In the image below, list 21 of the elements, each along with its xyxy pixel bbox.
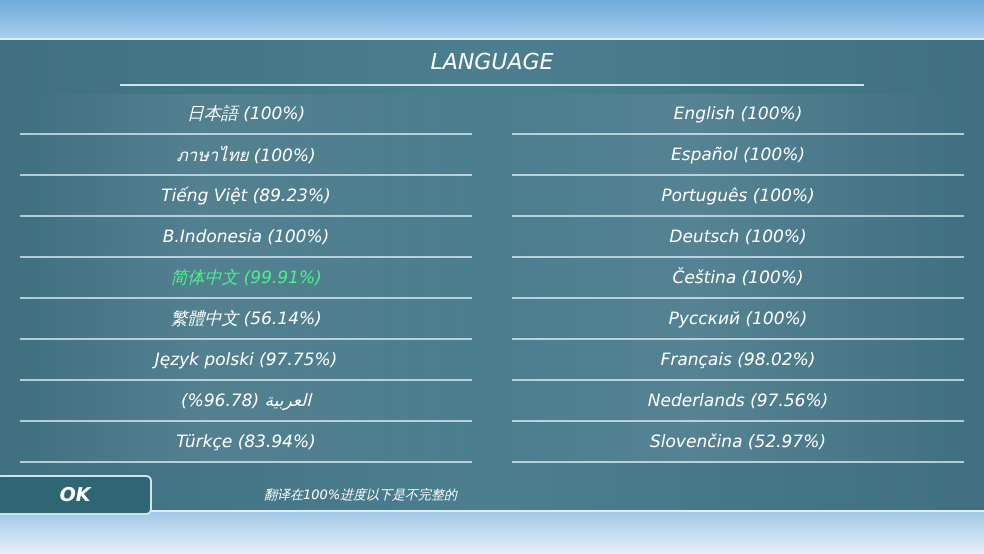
language-option[interactable]: Język polski (97.75%) <box>20 340 472 381</box>
language-option[interactable]: Español (100%) <box>512 135 964 176</box>
panel-title: LANGUAGE <box>120 40 864 86</box>
note-text: 翻译在100%进度以下是不完整的 <box>264 487 458 504</box>
language-option[interactable]: Français (98.02%) <box>512 340 964 381</box>
language-option[interactable]: Deutsch (100%) <box>512 217 964 258</box>
language-option[interactable]: 简体中文 (99.91%) <box>20 258 472 299</box>
language-option[interactable]: Русский (100%) <box>512 299 964 340</box>
language-option[interactable]: Slovenčina (52.97%) <box>512 422 964 463</box>
language-option[interactable]: ภาษาไทย (100%) <box>20 135 472 176</box>
ok-button[interactable]: OK <box>0 475 152 515</box>
language-option[interactable]: العربية (96.78%) <box>20 381 472 422</box>
language-option[interactable]: 繁體中文 (56.14%) <box>20 299 472 340</box>
language-option[interactable]: 日本語 (100%) <box>20 94 472 135</box>
language-option[interactable]: B.Indonesia (100%) <box>20 217 472 258</box>
language-option[interactable]: Português (100%) <box>512 176 964 217</box>
language-option[interactable]: Nederlands (97.56%) <box>512 381 964 422</box>
language-option[interactable]: Türkçe (83.94%) <box>20 422 472 463</box>
language-option[interactable]: Čeština (100%) <box>512 258 964 299</box>
language-option[interactable]: English (100%) <box>512 94 964 135</box>
language-option[interactable]: Tiếng Việt (89.23%) <box>20 176 472 217</box>
